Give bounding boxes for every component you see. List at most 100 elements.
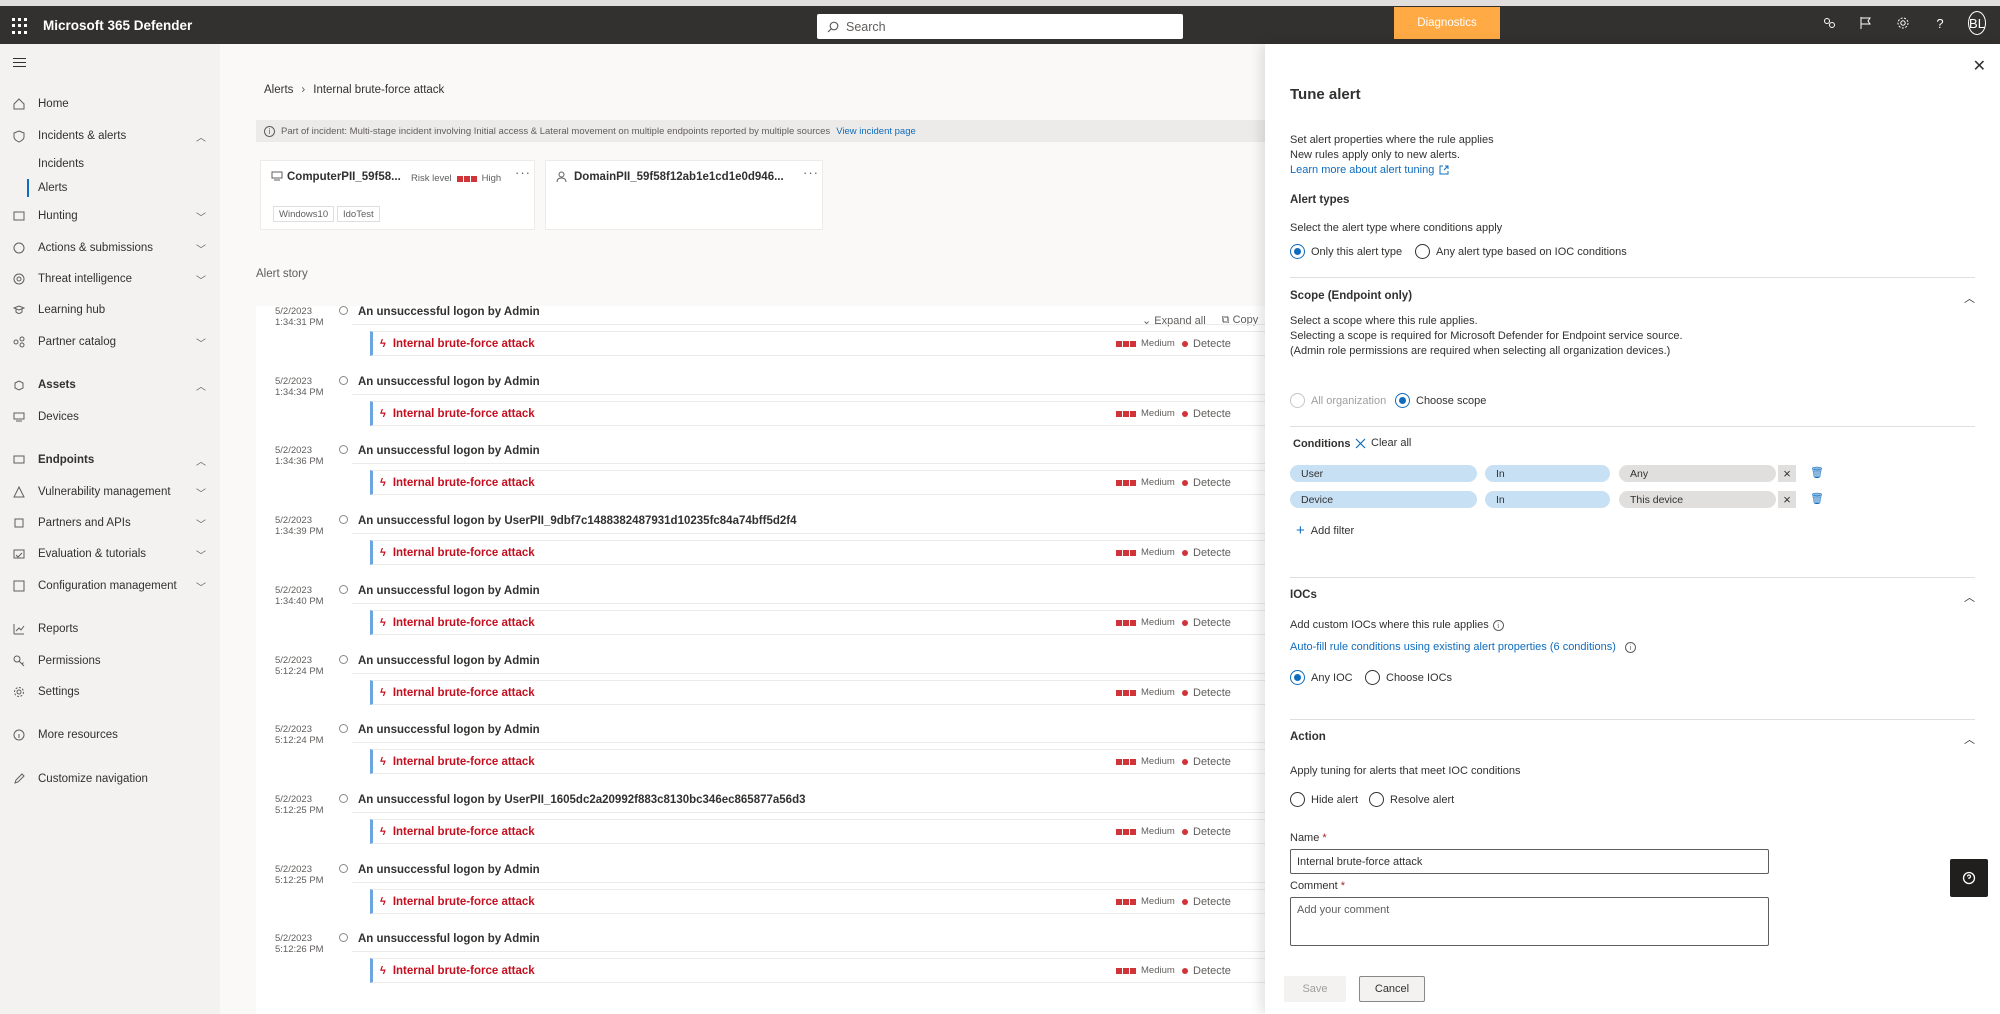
event-title[interactable]: An unsuccessful logon by Admin xyxy=(352,858,1265,883)
radio-any-ioc[interactable]: Any IOC xyxy=(1290,670,1353,685)
domain-card[interactable]: DomainPII_59f58f12ab1e1cd1e0d946... ··· xyxy=(545,160,823,230)
clear-all-button[interactable]: Clear all xyxy=(1355,437,1411,449)
nav-home[interactable]: Home xyxy=(0,92,220,116)
trash-icon[interactable]: 🗑 xyxy=(1810,466,1824,479)
nav-endpoints[interactable]: Endpoints ︿ xyxy=(0,448,220,472)
nav-hunting[interactable]: Hunting ﹀ xyxy=(0,204,220,228)
breadcrumb-alerts[interactable]: Alerts xyxy=(264,84,293,96)
severity-label: Medium xyxy=(1141,687,1175,698)
nav-assets[interactable]: Assets ︿ xyxy=(0,373,220,397)
condition-field-user[interactable]: User xyxy=(1290,465,1477,482)
chevron-up-icon[interactable]: ︿ xyxy=(1964,731,1975,747)
comment-textarea[interactable]: Add your comment xyxy=(1290,897,1769,946)
diagnostics-button[interactable]: Diagnostics xyxy=(1394,7,1500,39)
event-title[interactable]: An unsuccessful logon by Admin xyxy=(352,300,1265,325)
nav-incidents[interactable]: Incidents xyxy=(0,152,220,176)
nav-alerts[interactable]: Alerts xyxy=(0,176,220,200)
radio-button-checked[interactable] xyxy=(1395,393,1410,408)
remove-value-icon[interactable]: × xyxy=(1778,491,1796,508)
nav-vulnerability-management[interactable]: Vulnerability management ﹀ xyxy=(0,480,220,504)
radio-hide-alert[interactable]: Hide alert xyxy=(1290,792,1358,807)
radio-button-checked[interactable] xyxy=(1290,670,1305,685)
app-launcher-icon[interactable] xyxy=(12,18,28,34)
condition-value[interactable]: This device xyxy=(1619,491,1776,508)
condition-operator[interactable]: In xyxy=(1485,465,1610,482)
feedback-flag-icon[interactable] xyxy=(1857,11,1875,35)
nav-partners-apis[interactable]: Partners and APIs ﹀ xyxy=(0,511,220,535)
close-icon[interactable]: ✕ xyxy=(1973,56,1986,76)
search-input[interactable]: Search xyxy=(817,14,1183,39)
status-label: Detecte xyxy=(1193,477,1231,489)
domain-name[interactable]: DomainPII_59f58f12ab1e1cd1e0d946... xyxy=(574,171,784,183)
avatar[interactable]: BL xyxy=(1968,11,1986,35)
gear-icon[interactable] xyxy=(1894,11,1912,35)
info-icon[interactable]: i xyxy=(1624,641,1636,653)
chevron-up-icon[interactable]: ︿ xyxy=(1964,589,1975,605)
row-timestamp: 5/2/2023 1:34:39 PM xyxy=(275,515,324,537)
event-title[interactable]: An unsuccessful logon by Admin xyxy=(352,439,1265,464)
help-chat-icon[interactable] xyxy=(1950,859,1988,897)
nav-permissions[interactable]: Permissions xyxy=(0,649,220,673)
info-icon[interactable]: i xyxy=(1492,619,1504,631)
cancel-button[interactable]: Cancel xyxy=(1359,976,1425,1002)
radio-only-this-alert[interactable]: Only this alert type xyxy=(1290,244,1402,259)
nav-actions-submissions[interactable]: Actions & submissions ﹀ xyxy=(0,236,220,260)
trash-icon[interactable]: 🗑 xyxy=(1810,492,1824,505)
row-timestamp: 5/2/2023 5:12:24 PM xyxy=(275,655,324,677)
radio-button[interactable] xyxy=(1290,792,1305,807)
nav-configuration-management[interactable]: Configuration management ﹀ xyxy=(0,574,220,598)
nav-settings[interactable]: Settings xyxy=(0,680,220,704)
name-input[interactable]: Internal brute-force attack xyxy=(1290,849,1769,874)
event-title[interactable]: An unsuccessful logon by Admin xyxy=(352,718,1265,743)
alert-title: Internal brute-force attack xyxy=(392,616,535,629)
more-icon[interactable]: ··· xyxy=(803,165,819,180)
save-button[interactable]: Save xyxy=(1284,976,1346,1002)
remove-value-icon[interactable]: × xyxy=(1778,465,1796,482)
chevron-down-icon: ﹀ xyxy=(196,488,206,500)
radio-all-organization[interactable]: All organization xyxy=(1290,393,1386,408)
radio-any-alert-ioc[interactable]: Any alert type based on IOC conditions xyxy=(1415,244,1627,259)
computer-card[interactable]: ComputerPII_59f58... Risk level High ···… xyxy=(260,160,535,230)
row-date: 5/2/2023 xyxy=(275,306,312,317)
event-title[interactable]: An unsuccessful logon by Admin xyxy=(352,579,1265,604)
radio-choose-scope[interactable]: Choose scope xyxy=(1395,393,1486,408)
event-title[interactable]: An unsuccessful logon by UserPII_9dbf7c1… xyxy=(352,509,1265,534)
condition-value[interactable]: Any xyxy=(1619,465,1776,482)
more-icon[interactable]: ··· xyxy=(515,165,531,180)
chevron-up-icon[interactable]: ︿ xyxy=(1964,290,1975,306)
nav-learning-hub[interactable]: Learning hub xyxy=(0,298,220,322)
radio-button[interactable] xyxy=(1415,244,1430,259)
nav-incidents-alerts[interactable]: Incidents & alerts ︿ xyxy=(0,124,220,148)
radio-button[interactable] xyxy=(1365,670,1380,685)
nav-evaluation-tutorials[interactable]: Evaluation & tutorials ﹀ xyxy=(0,542,220,566)
learn-more-link[interactable]: Learn more about alert tuning xyxy=(1290,164,1449,176)
scope-desc-2: Selecting a scope is required for Micros… xyxy=(1290,330,1683,342)
nav-customize-navigation[interactable]: Customize navigation xyxy=(0,767,220,791)
hamburger-icon[interactable] xyxy=(13,58,26,70)
event-title[interactable]: An unsuccessful logon by Admin xyxy=(352,927,1265,952)
app-title[interactable]: Microsoft 365 Defender xyxy=(43,18,192,33)
nav-partner-catalog[interactable]: Partner catalog ﹀ xyxy=(0,330,220,354)
nav-reports[interactable]: Reports xyxy=(0,617,220,641)
help-icon[interactable]: ? xyxy=(1931,11,1949,35)
radio-button-checked[interactable] xyxy=(1290,244,1305,259)
nav-devices[interactable]: Devices xyxy=(0,405,220,429)
event-title[interactable]: An unsuccessful logon by Admin xyxy=(352,370,1265,395)
condition-operator[interactable]: In xyxy=(1485,491,1610,508)
community-icon[interactable] xyxy=(1820,11,1838,35)
condition-field-device[interactable]: Device xyxy=(1290,491,1477,508)
row-date: 5/2/2023 xyxy=(275,864,312,875)
radio-choose-iocs[interactable]: Choose IOCs xyxy=(1365,670,1452,685)
autofill-link[interactable]: Auto-fill rule conditions using existing… xyxy=(1290,641,1636,653)
chevron-up-icon: ︿ xyxy=(196,381,206,393)
radio-resolve-alert[interactable]: Resolve alert xyxy=(1369,792,1454,807)
event-title[interactable]: An unsuccessful logon by UserPII_1605dc2… xyxy=(352,788,1265,813)
computer-name[interactable]: ComputerPII_59f58... xyxy=(287,171,401,183)
nav-threat-intelligence[interactable]: Threat intelligence ﹀ xyxy=(0,267,220,291)
add-filter-button[interactable]: + Add filter xyxy=(1296,522,1354,539)
event-title[interactable]: An unsuccessful logon by Admin xyxy=(352,649,1265,674)
nav-more-resources[interactable]: More resources xyxy=(0,723,220,747)
radio-button-disabled[interactable] xyxy=(1290,393,1305,408)
view-incident-link[interactable]: View incident page xyxy=(836,126,916,137)
radio-button[interactable] xyxy=(1369,792,1384,807)
